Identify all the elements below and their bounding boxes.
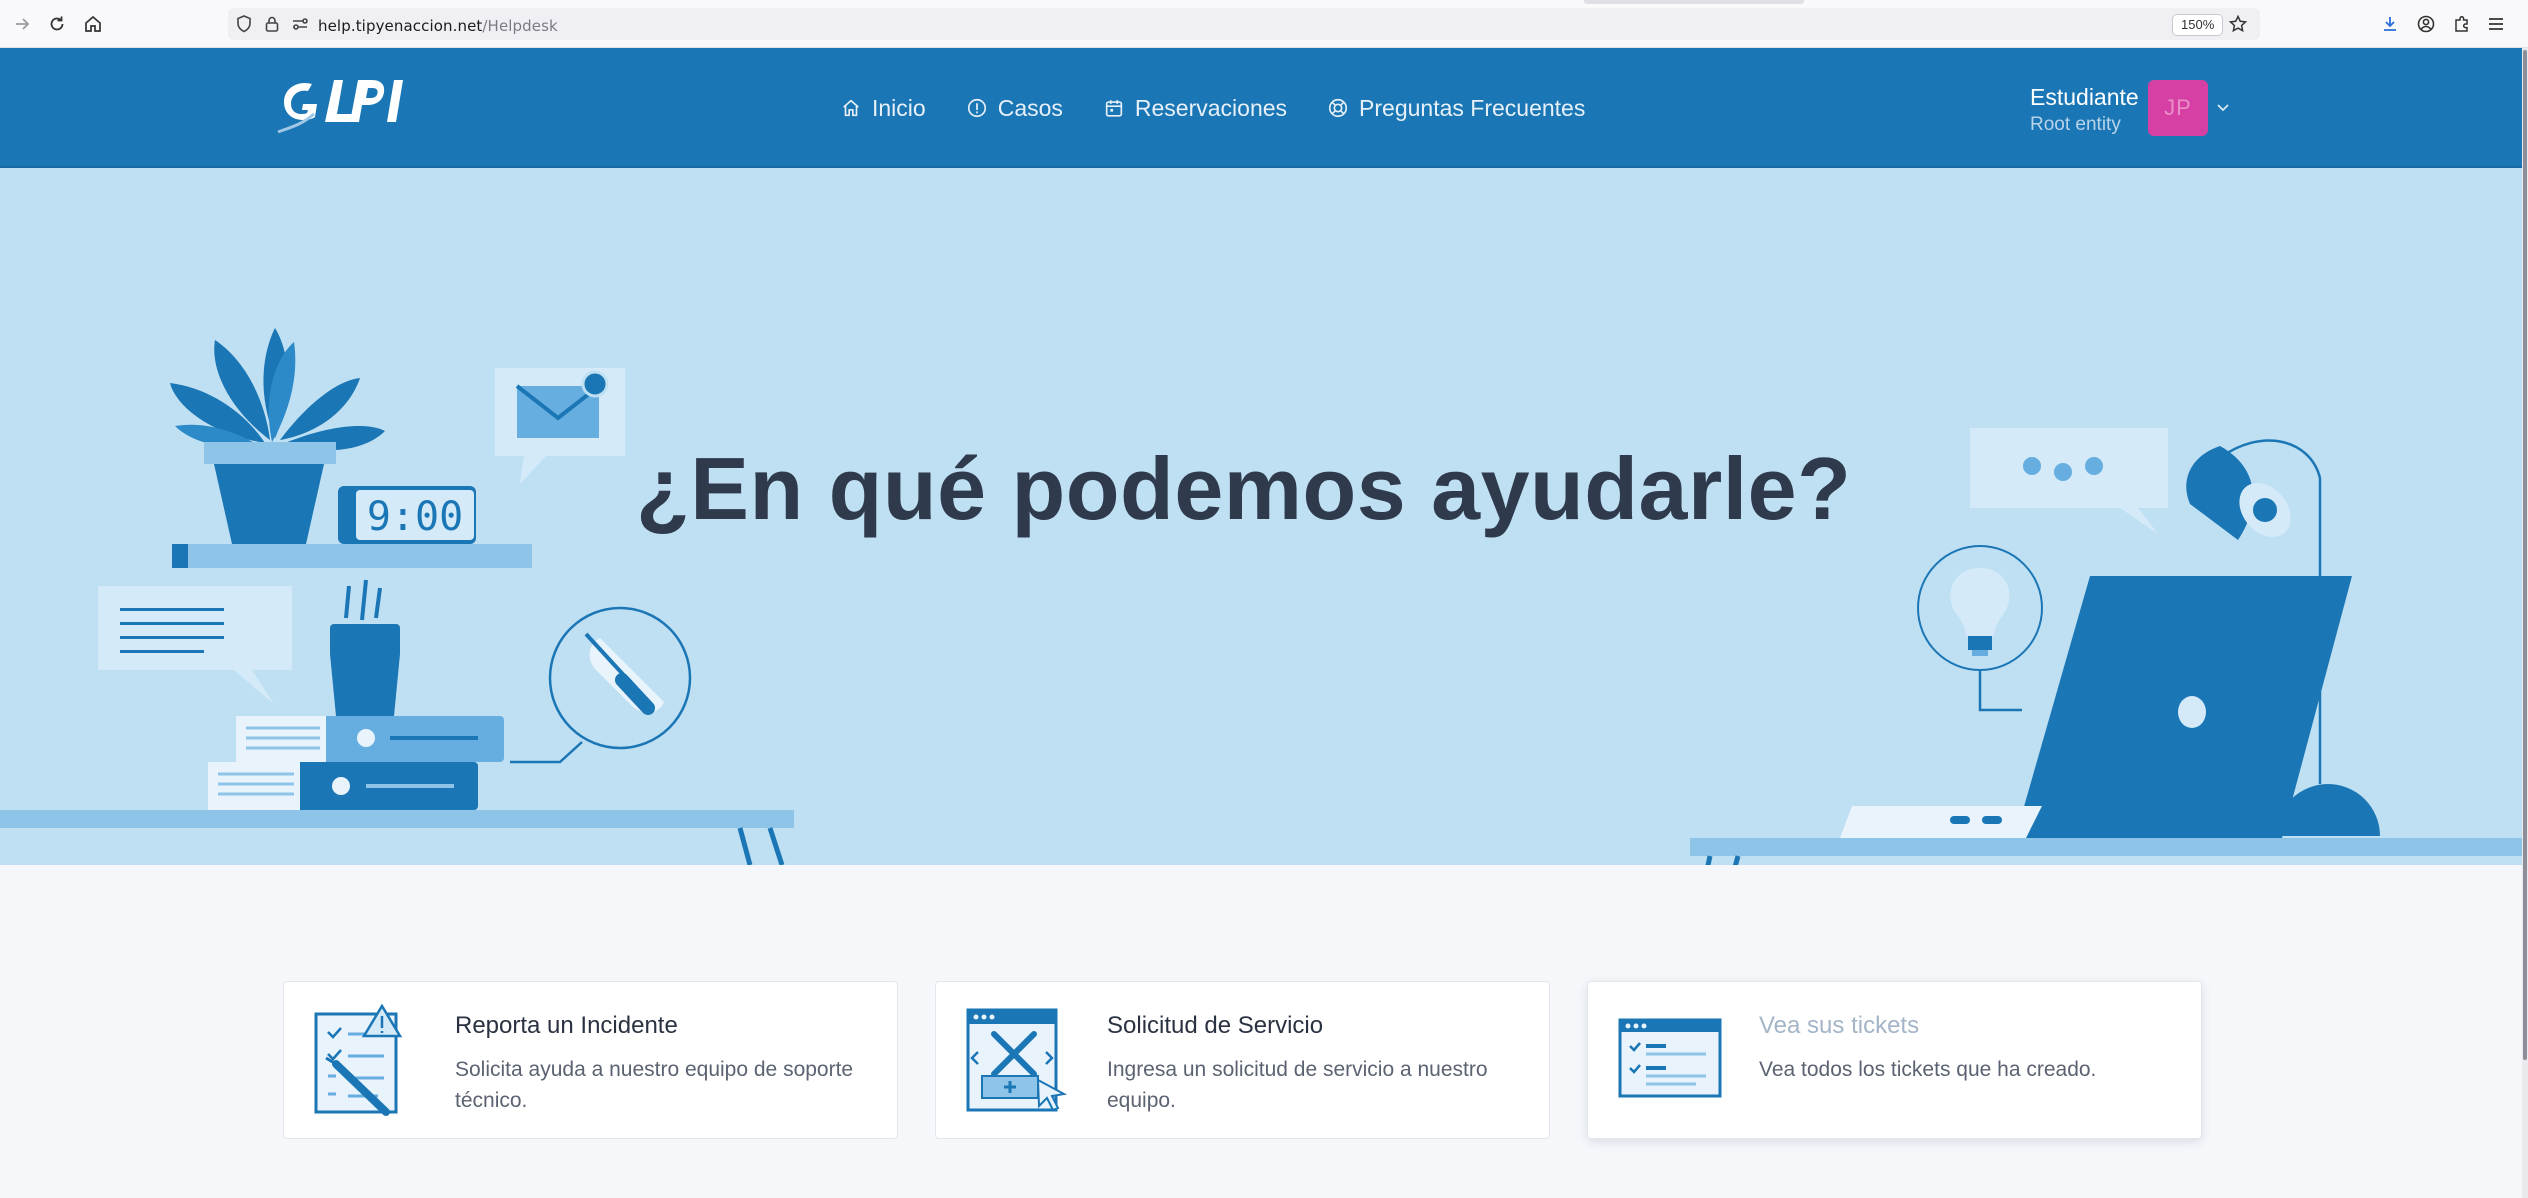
- nav-reservaciones[interactable]: Reservaciones: [1103, 95, 1287, 122]
- envelope-bubble-icon: [495, 368, 625, 484]
- home-icon[interactable]: [81, 12, 105, 36]
- home-icon: [843, 99, 859, 117]
- top-navbar: Inicio Casos Reservaciones Preguntas Fre…: [0, 48, 2522, 168]
- user-entity: Root entity: [2030, 114, 2121, 135]
- forward-icon[interactable]: [10, 12, 34, 36]
- downloads-icon[interactable]: [2378, 12, 2402, 36]
- lightbulb-icon: [1917, 545, 2043, 712]
- lifebuoy-icon: [1328, 98, 1348, 118]
- main-nav: Inicio Casos Reservaciones Preguntas Fre…: [840, 48, 1585, 168]
- card-description: Vea todos los tickets que ha creado.: [1759, 1058, 2097, 1081]
- shield-icon[interactable]: [232, 12, 256, 36]
- nav-inicio[interactable]: Inicio: [840, 95, 926, 122]
- service-request-icon: [966, 1008, 1068, 1112]
- nav-reservaciones-label: Reservaciones: [1134, 94, 1288, 121]
- tab-strip-edge: [1584, 0, 1804, 4]
- permissions-icon[interactable]: [288, 12, 312, 36]
- zoom-level-badge[interactable]: 150%: [2172, 14, 2224, 36]
- scrollbar-thumb[interactable]: [2523, 50, 2527, 1060]
- lock-icon[interactable]: [260, 12, 284, 36]
- card-vea-tickets[interactable]: Vea sus tickets Vea todos los tickets qu…: [1587, 981, 2202, 1139]
- tools-icon: [510, 606, 692, 764]
- card-description: Ingresa un solicitud de servicio a nuest…: [1107, 1058, 1488, 1112]
- url-host: help.tipyenaccion.net: [318, 17, 483, 35]
- card-reporta-incidente[interactable]: Reporta un Incidente Solicita ayuda a nu…: [283, 981, 898, 1139]
- card-solicitud-servicio[interactable]: Solicitud de Servicio Ingresa un solicit…: [935, 981, 1550, 1139]
- tickets-list-icon: [1618, 1018, 1722, 1098]
- chat-bubble-icon: [98, 586, 292, 704]
- hero-banner: 9:00 ¿En qué podemos ayudarle?: [0, 168, 2522, 865]
- nav-inicio-label: Inicio: [872, 94, 926, 121]
- helpdesk-desk-illustration: 9:00: [0, 328, 794, 865]
- books-icon: [208, 716, 504, 810]
- url-text[interactable]: help.tipyenaccion.net/Helpdesk: [318, 17, 558, 35]
- clock-icon: 9:00: [338, 486, 476, 544]
- alert-circle-icon: [967, 98, 986, 118]
- nav-casos[interactable]: Casos: [966, 95, 1063, 122]
- incident-checklist-icon: [314, 1004, 403, 1116]
- menu-icon[interactable]: [2484, 12, 2508, 36]
- pencil-cup-icon: [330, 579, 400, 716]
- card-title: Vea sus tickets: [1759, 1012, 1920, 1039]
- laptop-icon: [1840, 576, 2352, 838]
- card-title: Solicitud de Servicio: [1107, 1012, 1324, 1039]
- glpi-logo[interactable]: [272, 70, 432, 144]
- card-description: Solicita ayuda a nuestro equipo de sopor…: [455, 1058, 854, 1112]
- browser-toolbar: help.tipyenaccion.net/Helpdesk 150%: [0, 0, 2528, 48]
- user-name: Estudiante: [2030, 84, 2139, 110]
- laptop-desk-illustration: [1690, 428, 2522, 865]
- account-icon[interactable]: [2414, 12, 2438, 36]
- nav-casos-label: Casos: [997, 94, 1063, 121]
- reload-icon[interactable]: [45, 12, 69, 36]
- url-path: /Helpdesk: [482, 17, 558, 35]
- avatar[interactable]: JP: [2148, 80, 2208, 136]
- calendar-icon: [1105, 100, 1123, 117]
- nav-preguntas-label: Preguntas Frecuentes: [1359, 94, 1586, 121]
- typing-bubble-icon: [1970, 428, 2168, 534]
- clock-time: 9:00: [367, 494, 463, 540]
- hero-title: ¿En qué podemos ayudarle?: [636, 439, 1852, 538]
- extensions-icon[interactable]: [2450, 12, 2474, 36]
- bookmark-star-icon[interactable]: [2226, 12, 2250, 36]
- chevron-down-icon[interactable]: [2214, 98, 2232, 116]
- card-title: Reporta un Incidente: [455, 1012, 678, 1039]
- nav-preguntas-frecuentes[interactable]: Preguntas Frecuentes: [1327, 95, 1585, 122]
